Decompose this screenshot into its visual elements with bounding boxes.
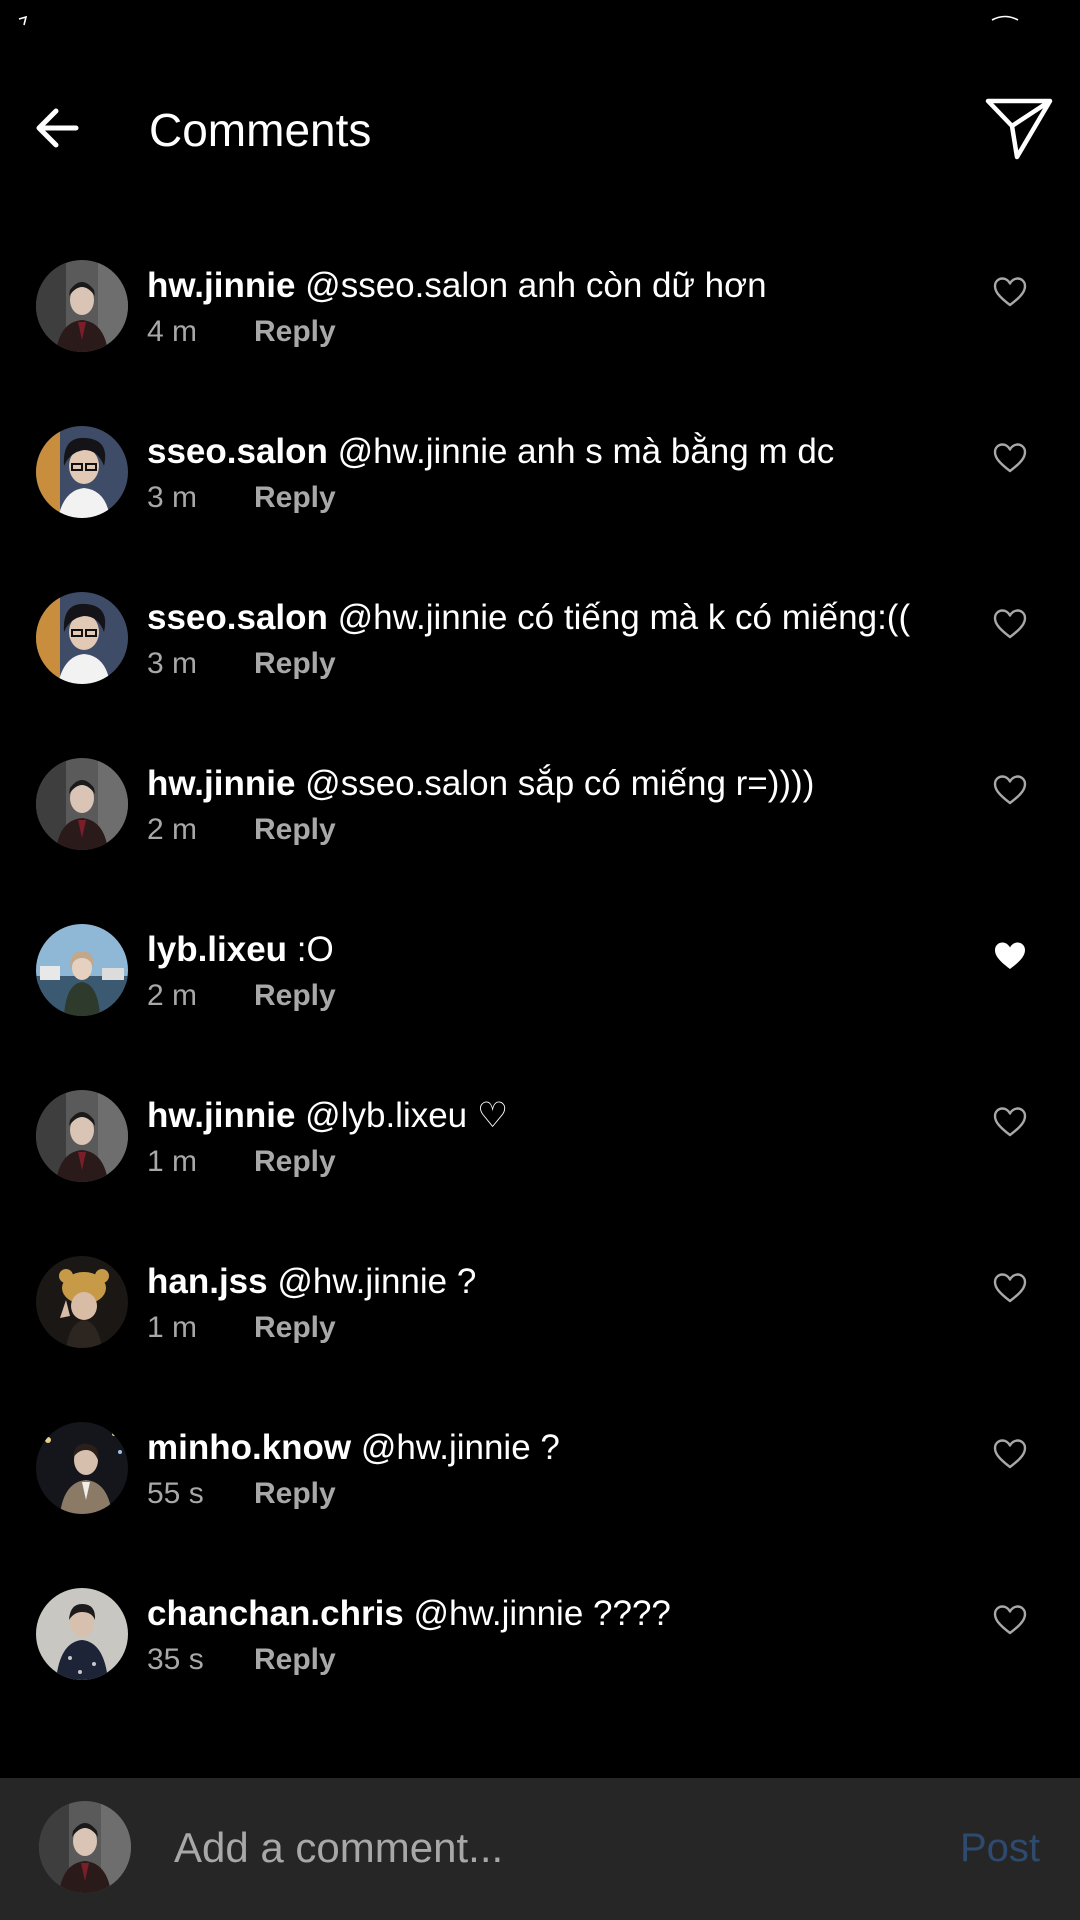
comment-input[interactable] bbox=[174, 1820, 914, 1876]
comment-meta: 4 m Reply bbox=[147, 314, 336, 350]
comment-timestamp: 3 m bbox=[147, 481, 198, 514]
comment-body: @hw.jinnie có tiếng mà k có miếng:(( bbox=[337, 598, 911, 637]
comment-row: sseo.salon @hw.jinnie có tiếng mà k có m… bbox=[0, 565, 1080, 731]
comment-meta: 2 m Reply bbox=[147, 812, 336, 848]
heart-icon[interactable] bbox=[992, 1104, 1028, 1140]
comment-meta: 1 m Reply bbox=[147, 1144, 336, 1180]
heart-filled-icon[interactable] bbox=[992, 938, 1028, 974]
comment-text: sseo.salon @hw.jinnie có tiếng mà k có m… bbox=[147, 596, 947, 640]
comment-meta: 35 s Reply bbox=[147, 1642, 336, 1678]
comment-body: @hw.jinnie ? bbox=[277, 1262, 477, 1301]
comment-avatar[interactable] bbox=[36, 426, 128, 518]
comment-username[interactable]: han.jss bbox=[147, 1262, 268, 1301]
reply-button[interactable]: Reply bbox=[254, 1643, 336, 1676]
comment-body: @hw.jinnie ???? bbox=[413, 1594, 671, 1633]
comment-avatar[interactable] bbox=[36, 260, 128, 352]
back-arrow-icon[interactable] bbox=[30, 100, 86, 156]
post-button[interactable]: Post bbox=[960, 1824, 1040, 1872]
comment-avatar[interactable] bbox=[36, 592, 128, 684]
comment-text: minho.know @hw.jinnie ? bbox=[147, 1426, 947, 1470]
comment-body: @sseo.salon sắp có miếng r=)))) bbox=[305, 764, 815, 803]
status-notch-icon bbox=[18, 16, 28, 26]
comment-username[interactable]: sseo.salon bbox=[147, 432, 328, 471]
comment-meta: 1 m Reply bbox=[147, 1310, 336, 1346]
comment-row: sseo.salon @hw.jinnie anh s mà bằng m dc… bbox=[0, 399, 1080, 565]
comment-row: lyb.lixeu :O 2 m Reply bbox=[0, 897, 1080, 1063]
comment-row: hw.jinnie @sseo.salon anh còn dữ hơn 4 m R… bbox=[0, 233, 1080, 399]
heart-icon[interactable] bbox=[992, 1270, 1028, 1306]
comment-body: :O bbox=[296, 930, 334, 969]
comment-row: hw.jinnie @lyb.lixeu ♡ 1 m Reply bbox=[0, 1063, 1080, 1229]
comment-timestamp: 55 s bbox=[147, 1477, 204, 1510]
comment-username[interactable]: hw.jinnie bbox=[147, 764, 295, 803]
comment-avatar[interactable] bbox=[36, 1422, 128, 1514]
reply-button[interactable]: Reply bbox=[254, 979, 336, 1012]
comment-username[interactable]: sseo.salon bbox=[147, 598, 328, 637]
current-user-avatar bbox=[39, 1801, 131, 1893]
comment-body: @lyb.lixeu ♡ bbox=[305, 1096, 509, 1135]
comment-timestamp: 2 m bbox=[147, 813, 198, 846]
header: Comments bbox=[0, 60, 1080, 200]
reply-button[interactable]: Reply bbox=[254, 315, 336, 348]
comment-text: hw.jinnie @sseo.salon sắp có miếng r=)))… bbox=[147, 762, 947, 806]
comment-row: han.jss @hw.jinnie ? 1 m Reply bbox=[0, 1229, 1080, 1395]
comment-timestamp: 35 s bbox=[147, 1643, 204, 1676]
comment-username[interactable]: hw.jinnie bbox=[147, 1096, 295, 1135]
heart-icon[interactable] bbox=[992, 1602, 1028, 1638]
comment-meta: 55 s Reply bbox=[147, 1476, 336, 1512]
comment-body: @hw.jinnie anh s mà bằng m dc bbox=[337, 432, 835, 471]
reply-button[interactable]: Reply bbox=[254, 1145, 336, 1178]
comment-body: @hw.jinnie ? bbox=[360, 1428, 560, 1467]
comment-username[interactable]: minho.know bbox=[147, 1428, 351, 1467]
comment-list[interactable]: hw.jinnie @sseo.salon nine5 mReply hw.ji… bbox=[0, 194, 1080, 1778]
status-bar bbox=[0, 0, 1080, 60]
reply-button[interactable]: Reply bbox=[254, 647, 336, 680]
comment-avatar[interactable] bbox=[36, 758, 128, 850]
comment-text: hw.jinnie @lyb.lixeu ♡ bbox=[147, 1094, 947, 1138]
heart-icon[interactable] bbox=[992, 440, 1028, 476]
reply-button[interactable]: Reply bbox=[254, 1477, 336, 1510]
reply-button[interactable]: Reply bbox=[254, 1311, 336, 1344]
heart-icon[interactable] bbox=[992, 274, 1028, 310]
comment-text: lyb.lixeu :O bbox=[147, 928, 947, 972]
comment-text: chanchan.chris @hw.jinnie ???? bbox=[147, 1592, 947, 1636]
heart-icon[interactable] bbox=[992, 1436, 1028, 1472]
comment-timestamp: 1 m bbox=[147, 1311, 198, 1344]
comment-text: hw.jinnie @sseo.salon anh còn dữ hơn bbox=[147, 264, 947, 308]
comment-row: chanchan.chris @hw.jinnie ???? 35 s Reply bbox=[0, 1561, 1080, 1727]
comment-username[interactable]: chanchan.chris bbox=[147, 1594, 404, 1633]
status-indicator-icon bbox=[991, 15, 1019, 21]
reply-button[interactable]: Reply bbox=[254, 481, 336, 514]
comment-username[interactable]: lyb.lixeu bbox=[147, 930, 287, 969]
comment-avatar[interactable] bbox=[36, 1256, 128, 1348]
comment-username[interactable]: hw.jinnie bbox=[147, 266, 295, 305]
comment-meta: 3 m Reply bbox=[147, 480, 336, 516]
comment-timestamp: 4 m bbox=[147, 315, 198, 348]
paper-plane-icon[interactable] bbox=[984, 96, 1054, 162]
comment-avatar[interactable] bbox=[36, 1588, 128, 1680]
comment-composer: Post bbox=[0, 1778, 1080, 1920]
comment-body: @sseo.salon anh còn dữ hơn bbox=[305, 266, 767, 305]
comment-meta: 2 m Reply bbox=[147, 978, 336, 1014]
comment-text: sseo.salon @hw.jinnie anh s mà bằng m dc bbox=[147, 430, 947, 474]
comment-row: hw.jinnie @sseo.salon sắp có miếng r=)))… bbox=[0, 731, 1080, 897]
reply-button[interactable]: Reply bbox=[254, 813, 336, 846]
comment-avatar[interactable] bbox=[36, 1090, 128, 1182]
heart-icon[interactable] bbox=[992, 772, 1028, 808]
comment-timestamp: 2 m bbox=[147, 979, 198, 1012]
page-title: Comments bbox=[149, 104, 372, 156]
comment-timestamp: 1 m bbox=[147, 1145, 198, 1178]
comment-avatar[interactable] bbox=[36, 924, 128, 1016]
comment-timestamp: 3 m bbox=[147, 647, 198, 680]
comment-meta: 3 m Reply bbox=[147, 646, 336, 682]
heart-icon[interactable] bbox=[992, 606, 1028, 642]
comment-text: han.jss @hw.jinnie ? bbox=[147, 1260, 947, 1304]
comment-row: minho.know @hw.jinnie ? 55 s Reply bbox=[0, 1395, 1080, 1561]
